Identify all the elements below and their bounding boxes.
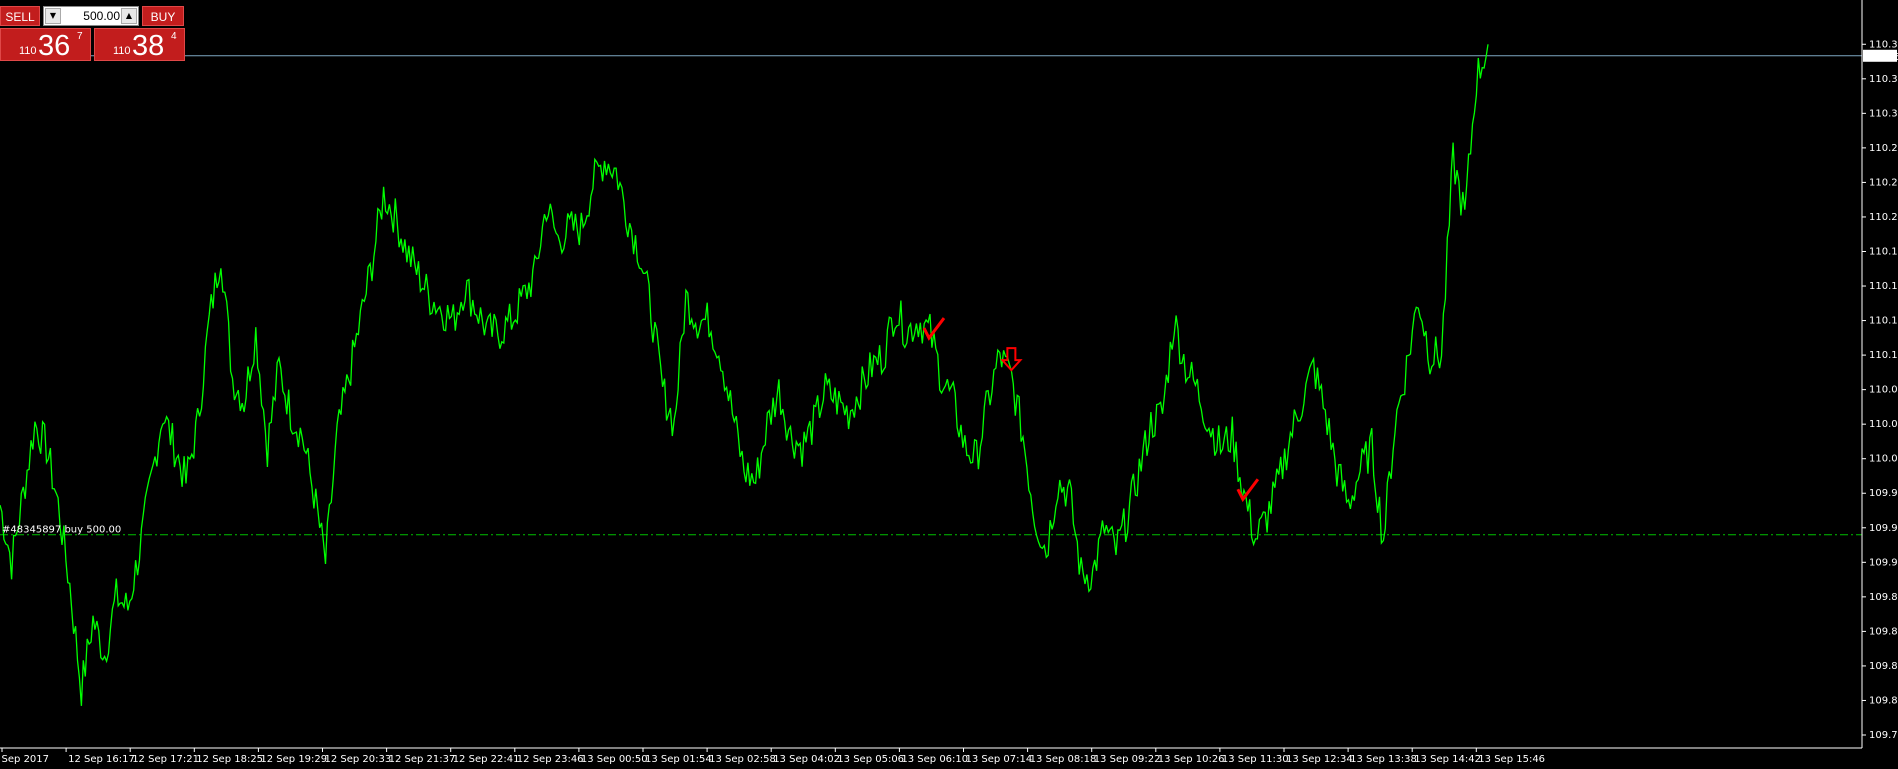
x-tick-label: 12 Sep 22:41 — [453, 754, 520, 765]
y-tick-label: 109.92 — [1869, 557, 1898, 568]
x-tick-label: 2 Sep 2017 — [0, 754, 49, 765]
y-tick-label: 110.04 — [1869, 419, 1898, 430]
sell-price-pips: 36 — [38, 30, 71, 62]
x-tick-label: 13 Sep 08:18 — [1030, 754, 1097, 765]
y-tick-label: 110.37 — [1869, 39, 1898, 50]
x-tick-label: 12 Sep 16:17 — [68, 754, 135, 765]
one-click-trading-panel: SELL ▼ ▲ BUY 110 36 7 110 38 4 — [0, 0, 185, 62]
y-tick-label: 109.86 — [1869, 626, 1898, 637]
x-tick-label: 12 Sep 17:21 — [132, 754, 199, 765]
x-tick-label: 12 Sep 20:33 — [325, 754, 392, 765]
y-tick-label: 110.07 — [1869, 385, 1898, 396]
x-tick-label: 13 Sep 11:30 — [1222, 754, 1289, 765]
increase-lot-button[interactable]: ▲ — [121, 8, 137, 24]
signal-markers — [924, 318, 1260, 503]
buy-price-button[interactable]: 110 38 4 — [94, 28, 185, 62]
x-tick-label: 13 Sep 06:10 — [901, 754, 968, 765]
buy-price-fraction: 4 — [171, 31, 177, 42]
x-tick-label: 13 Sep 09:22 — [1094, 754, 1161, 765]
order-line-label: #48345897 buy 500.00 — [2, 525, 121, 536]
chevron-up-icon: ▲ — [125, 11, 133, 20]
sell-price-button[interactable]: 110 36 7 — [0, 28, 91, 62]
y-tick-label: 109.95 — [1869, 523, 1898, 534]
y-tick-label: 109.98 — [1869, 488, 1898, 499]
x-tick-label: 12 Sep 21:37 — [389, 754, 456, 765]
axes: 110.37 110.34 110.31 110.28 110.25 110.22 110.… — [0, 0, 1898, 765]
down-arrow-icon — [1000, 347, 1023, 372]
x-tick-label: 13 Sep 12:34 — [1286, 754, 1353, 765]
x-tick-label: 12 Sep 19:29 — [260, 754, 327, 765]
price-series-line — [0, 44, 1489, 706]
y-tick-label: 109.89 — [1869, 592, 1898, 603]
buy-button[interactable]: BUY — [142, 6, 184, 26]
buy-price-pips: 38 — [132, 30, 165, 62]
y-tick-label: 110.28 — [1869, 143, 1898, 154]
y-tick-label: 109.77 — [1869, 730, 1898, 741]
x-tick-label: 12 Sep 18:25 — [196, 754, 263, 765]
sell-price-fraction: 7 — [77, 31, 83, 42]
x-tick-label: 13 Sep 02:58 — [709, 754, 776, 765]
x-tick-label: 13 Sep 13:38 — [1350, 754, 1417, 765]
lot-size-stepper[interactable]: ▼ ▲ — [43, 6, 139, 26]
x-tick-label: 13 Sep 14:42 — [1414, 754, 1481, 765]
y-tick-label: 110.13 — [1869, 316, 1898, 327]
y-tick-label: 110.31 — [1869, 108, 1898, 119]
decrease-lot-button[interactable]: ▼ — [45, 8, 61, 24]
x-tick-label: 13 Sep 05:06 — [837, 754, 904, 765]
y-tick-label: 109.83 — [1869, 661, 1898, 672]
chevron-down-icon: ▼ — [49, 11, 57, 20]
y-tick-label: 109.80 — [1869, 695, 1898, 706]
y-tick-label: 110.10 — [1869, 350, 1898, 361]
lot-size-input[interactable] — [62, 7, 120, 25]
current-price-label: 110.36 — [1865, 52, 1898, 63]
x-tick-label: 12 Sep 23:46 — [517, 754, 584, 765]
y-tick-label: 110.19 — [1869, 246, 1898, 257]
y-tick-label: 110.16 — [1869, 281, 1898, 292]
y-tick-label: 110.25 — [1869, 177, 1898, 188]
x-tick-label: 13 Sep 00:50 — [581, 754, 648, 765]
sell-price-handle: 110 — [19, 45, 37, 57]
x-tick-label: 13 Sep 01:54 — [645, 754, 712, 765]
x-tick-label: 13 Sep 10:26 — [1158, 754, 1225, 765]
y-tick-label: 110.22 — [1869, 212, 1898, 223]
buy-price-handle: 110 — [113, 45, 131, 57]
sell-button[interactable]: SELL — [0, 6, 40, 26]
x-tick-label: 13 Sep 15:46 — [1478, 754, 1545, 765]
plot-area — [0, 44, 1862, 706]
x-tick-label: 13 Sep 04:02 — [773, 754, 840, 765]
x-tick-label: 13 Sep 07:14 — [966, 754, 1033, 765]
y-tick-label: 110.34 — [1869, 74, 1898, 85]
y-tick-label: 110.01 — [1869, 454, 1898, 465]
price-chart[interactable]: 110.37 110.34 110.31 110.28 110.25 110.22 110.… — [0, 0, 1898, 769]
